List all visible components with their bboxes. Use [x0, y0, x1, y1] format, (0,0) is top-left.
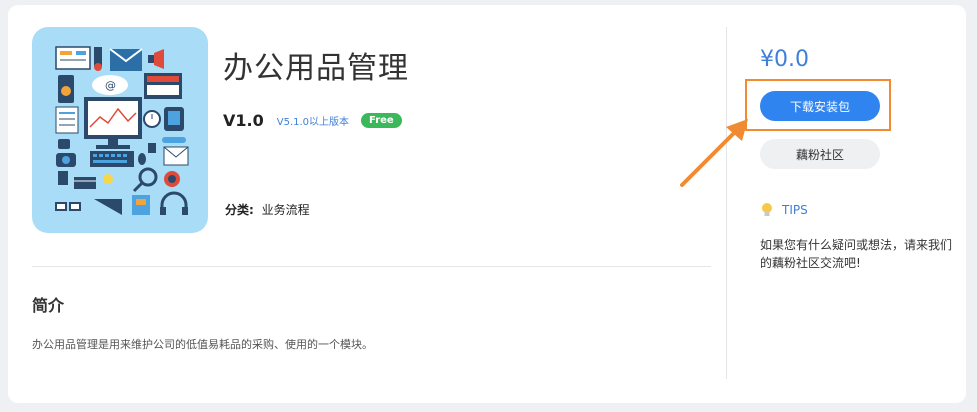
price: ¥0.0 — [760, 47, 809, 72]
pointer-arrow-icon — [680, 119, 748, 187]
free-badge: Free — [361, 113, 402, 128]
app-icon: @ — [32, 27, 208, 233]
tips-row: TIPS — [760, 202, 808, 218]
app-title: 办公用品管理 — [223, 51, 409, 86]
svg-text:@: @ — [105, 79, 116, 92]
sidebar-divider — [726, 27, 727, 379]
category-value: 业务流程 — [261, 203, 310, 217]
compat-version: V5.1.0以上版本 — [276, 117, 350, 128]
app-detail-card: @ 办公用品管理 V1.0 V5.1.0以上版本 Free 分类: 业务流程 简… — [8, 5, 966, 403]
tips-label: TIPS — [782, 203, 808, 217]
section-divider — [32, 266, 711, 267]
tips-text: 如果您有什么疑问或想法，请来我们的藕粉社区交流吧! — [760, 238, 953, 270]
lightbulb-icon — [762, 203, 772, 216]
community-button[interactable]: 藕粉社区 — [760, 139, 880, 169]
download-button[interactable]: 下载安装包 — [760, 91, 880, 121]
app-version: V1.0 — [223, 111, 264, 130]
category: 分类: 业务流程 — [225, 201, 310, 218]
version-row: V1.0 V5.1.0以上版本 Free — [223, 111, 402, 130]
intro-text: 办公用品管理是用来维护公司的低值易耗品的采购、使用的一个模块。 — [32, 338, 373, 351]
category-label: 分类: — [225, 203, 254, 217]
intro-title: 简介 — [32, 296, 65, 315]
